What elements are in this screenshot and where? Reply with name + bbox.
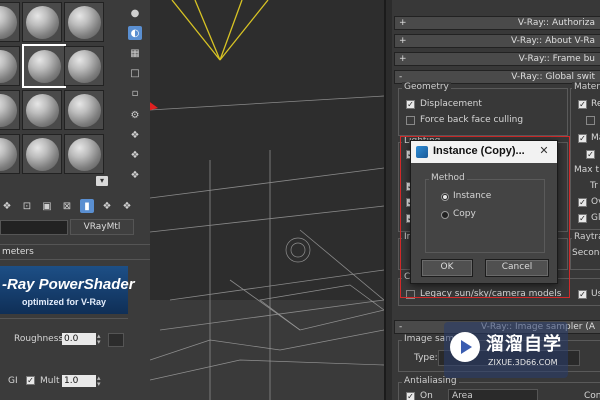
material-editor-panel: ▾ ● ◐ ▦ □ ▫ ⚙ ❖ ❖ ❖ ❖ ⊡ ▣ ⊠ ▮ ❖ ❖ VRayMt… [0, 0, 151, 400]
instance-radio-label: Instance [453, 191, 492, 201]
red-arrow-annotation [150, 102, 158, 111]
cancel-button[interactable]: Cancel [485, 259, 549, 277]
roughness-spinner[interactable]: ▴ ▾ [97, 333, 105, 346]
mult-label: Mult [40, 376, 60, 386]
material-toolbar: ❖ ⊡ ▣ ⊠ ▮ ❖ ❖ [0, 198, 134, 214]
transp-cutoff-label: Tr [590, 181, 598, 191]
sample-type-icon[interactable]: ● [128, 6, 142, 20]
use-3dsmax-photometric-checkbox[interactable]: ✓ [578, 290, 587, 299]
maps-label: Ma [591, 133, 600, 143]
material-slot[interactable] [64, 90, 104, 130]
gi-checkbox[interactable]: ✓ [26, 376, 35, 385]
app-icon [416, 146, 428, 158]
go-to-parent-icon[interactable]: ❖ [120, 199, 134, 213]
copy-radio-label: Copy [453, 209, 476, 219]
watermark-logo-icon [450, 332, 480, 362]
watermark: 溜溜自学 ZIXUE.3D66.COM [444, 322, 568, 378]
material-slot[interactable] [64, 134, 104, 174]
camera-frustum [171, 0, 269, 61]
material-slot[interactable] [0, 2, 20, 42]
rollout-authorization[interactable]: + V-Ray:: Authoriza [394, 16, 600, 30]
instance-radio[interactable] [441, 193, 449, 201]
max-depth-checkbox[interactable] [586, 116, 595, 125]
video-color-check-icon[interactable]: ▫ [128, 86, 142, 100]
show-end-result-icon[interactable]: ❖ [100, 199, 114, 213]
rollout-title: meters [2, 247, 34, 257]
gi-label: GI [8, 376, 18, 386]
reset-map-icon[interactable]: ⊠ [60, 199, 74, 213]
mult-input[interactable]: 1.0 [62, 375, 96, 387]
material-name-field[interactable] [0, 220, 68, 235]
background-checker-icon[interactable]: ▦ [128, 46, 142, 60]
override-mtl-checkbox[interactable]: ✓ [578, 198, 587, 207]
select-by-material-icon[interactable]: ❖ [128, 148, 142, 162]
viewport-scene [150, 0, 384, 400]
glossy-effects-checkbox[interactable]: ✓ [578, 214, 587, 223]
get-material-icon[interactable]: ❖ [0, 199, 14, 213]
roughness-input[interactable]: 0.0 [62, 333, 96, 345]
watermark-url: ZIXUE.3D66.COM [488, 358, 558, 367]
geometry-group [398, 88, 568, 136]
make-preview-icon[interactable]: ⚙ [128, 108, 142, 122]
raytracing-group-title: Raytra [572, 232, 600, 242]
roughness-label: Roughness [14, 334, 64, 344]
backlight-icon[interactable]: ◐ [128, 26, 142, 40]
slots-scroll-down-button[interactable]: ▾ [96, 176, 108, 186]
parameters-rollout-header[interactable]: meters [0, 244, 150, 260]
reflection-refraction-checkbox[interactable]: ✓ [578, 100, 587, 109]
antialiasing-on-label: On [420, 391, 433, 400]
con-label: Con [584, 391, 600, 400]
displacement-label: Displacement [420, 99, 482, 109]
filter-dropdown[interactable]: Area [448, 389, 538, 400]
type-label: Type: [414, 353, 438, 363]
max-transp-label: Max t [574, 165, 599, 175]
show-map-icon[interactable]: ▮ [80, 199, 94, 213]
material-type-button[interactable]: VRayMtl [70, 219, 134, 235]
watermark-name: 溜溜自学 [486, 334, 562, 355]
material-navigator-icon[interactable]: ❖ [128, 168, 142, 182]
maps-checkbox[interactable]: ✓ [578, 134, 587, 143]
material-slot-selected[interactable] [22, 44, 66, 88]
options-icon[interactable]: ❖ [128, 128, 142, 142]
method-group-title: Method [429, 173, 467, 183]
dialog-titlebar[interactable]: Instance (Copy)... ✕ [411, 141, 557, 163]
secondary-rays-label: Seconda [572, 248, 600, 258]
material-slot[interactable] [0, 90, 20, 130]
geometry-group-title: Geometry [402, 82, 451, 92]
antialiasing-on-checkbox[interactable]: ✓ [406, 392, 415, 400]
material-slot[interactable] [0, 46, 20, 86]
reflection-refraction-label: Re [591, 99, 600, 109]
banner-subtitle: optimized for V-Ray [22, 297, 107, 307]
use-3dsmax-photometric-label: Us [591, 289, 600, 299]
materials-group [570, 88, 600, 230]
sample-uv-tiling-icon[interactable]: □ [128, 66, 142, 80]
materials-group-title: Materia [572, 82, 600, 92]
force-back-face-checkbox[interactable] [406, 116, 415, 125]
close-icon[interactable]: ✕ [537, 144, 551, 158]
material-slot[interactable] [0, 134, 20, 174]
banner-title: -Ray PowerShader [2, 276, 135, 293]
override-mtl-label: Ov [591, 197, 600, 207]
roughness-map-button[interactable] [108, 333, 124, 347]
mult-spinner[interactable]: ▴ ▾ [97, 375, 105, 388]
material-slot[interactable] [22, 2, 62, 42]
glossy-effects-label: Gl [591, 213, 600, 223]
put-to-scene-icon[interactable]: ⊡ [20, 199, 34, 213]
powershader-banner: -Ray PowerShader optimized for V-Ray [0, 266, 135, 314]
assign-material-icon[interactable]: ▣ [40, 199, 54, 213]
filter-maps-checkbox[interactable]: ✓ [586, 150, 595, 159]
material-slot[interactable] [22, 134, 62, 174]
copy-radio[interactable] [441, 211, 449, 219]
force-back-face-label: Force back face culling [420, 115, 524, 125]
rollout-frame-buffer[interactable]: + V-Ray:: Frame bu [394, 52, 600, 66]
viewport[interactable] [150, 0, 384, 400]
dialog-title: Instance (Copy)... [433, 145, 525, 157]
ok-button[interactable]: OK [421, 259, 473, 277]
material-slot[interactable] [64, 46, 104, 86]
displacement-checkbox[interactable]: ✓ [406, 100, 415, 109]
instance-copy-dialog: Instance (Copy)... ✕ Method Instance Cop… [410, 140, 558, 284]
material-slot[interactable] [22, 90, 62, 130]
rollout-about-vray[interactable]: + V-Ray:: About V-Ra [394, 34, 600, 48]
material-slot[interactable] [64, 2, 104, 42]
